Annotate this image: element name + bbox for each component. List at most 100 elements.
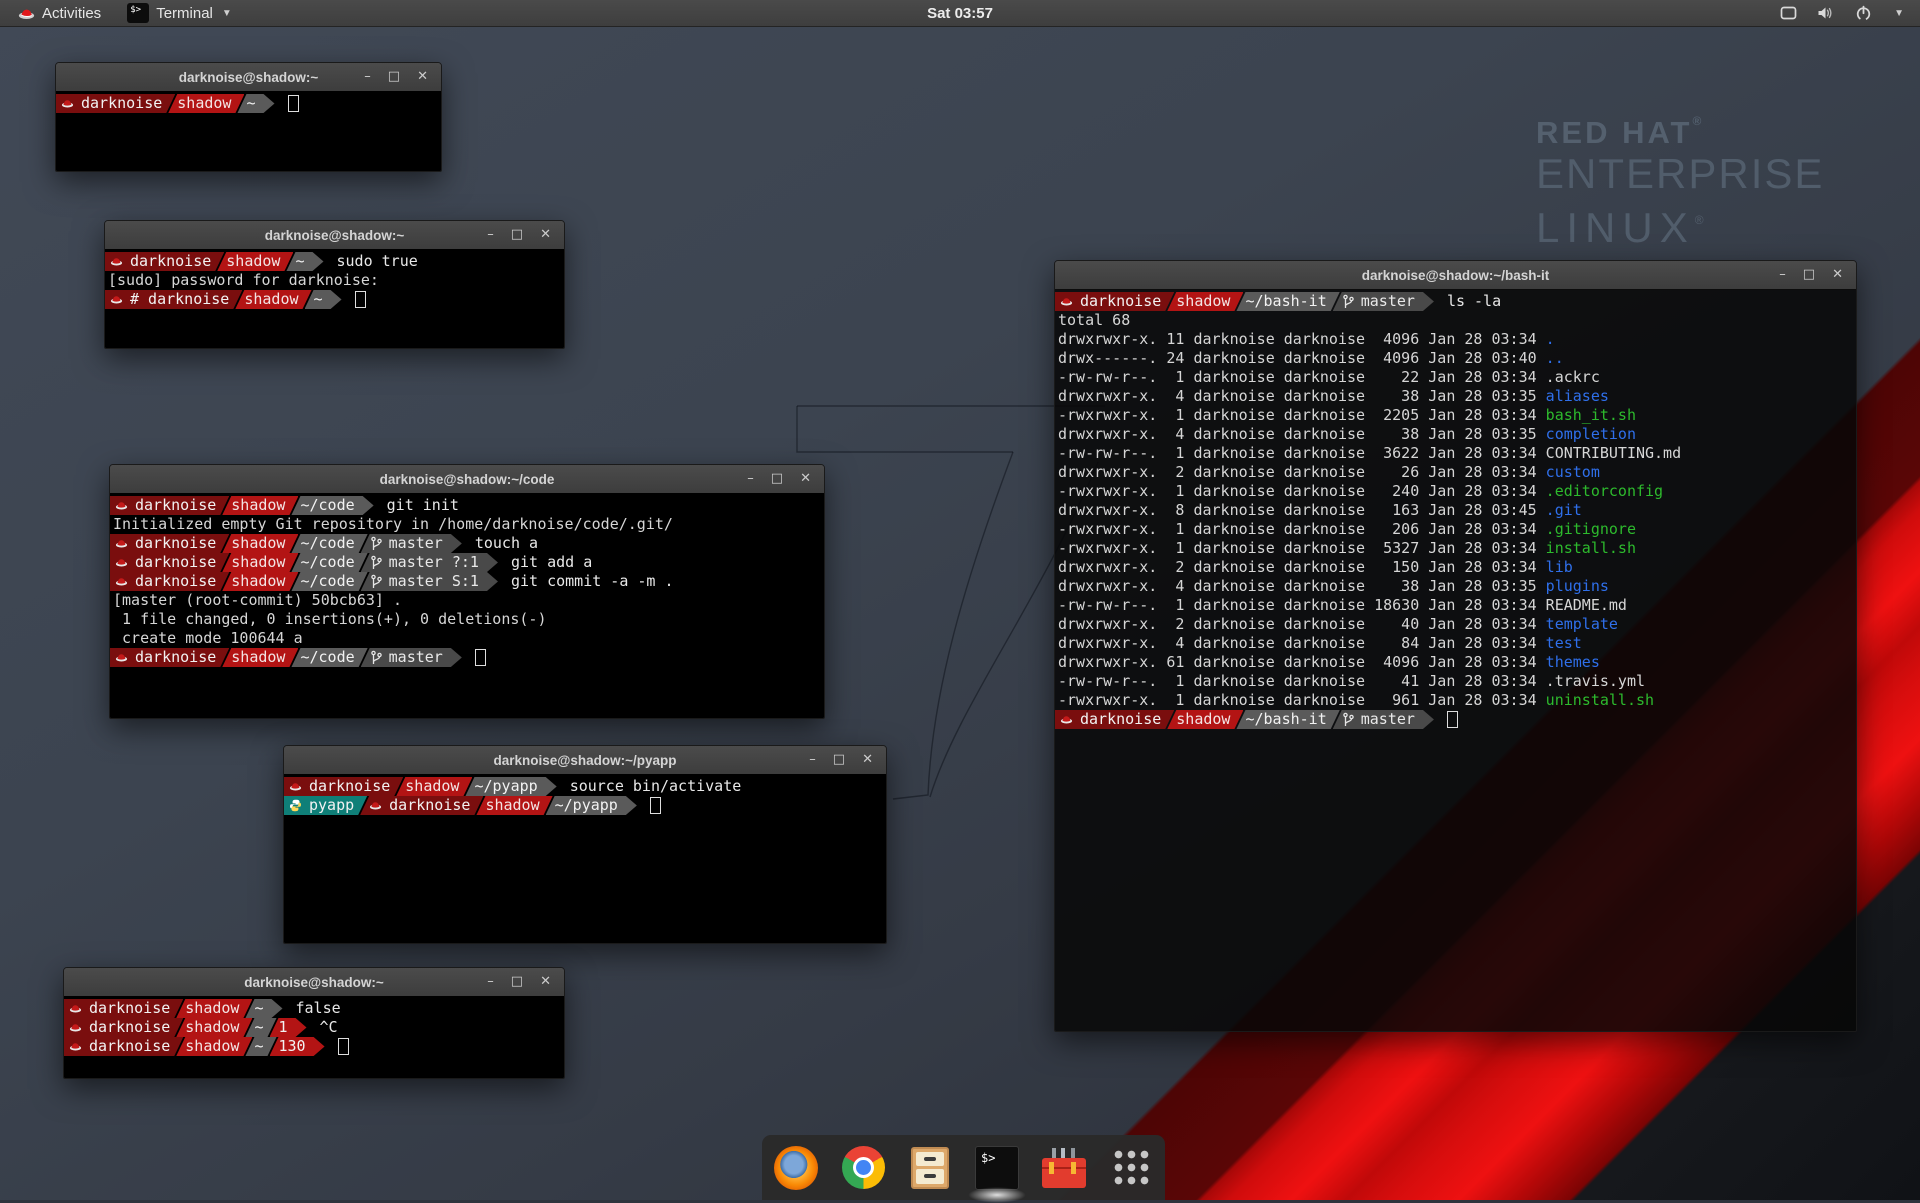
terminal-screen[interactable]: darknoiseshadow~ [56, 91, 441, 171]
terminal-screen[interactable]: darknoiseshadow~sudo true[sudo] password… [105, 249, 564, 348]
chevron-down-icon: ▼ [222, 8, 232, 19]
terminal-screen[interactable]: darknoiseshadow~falsedarknoiseshadow~1^C… [64, 996, 564, 1078]
minimize-button[interactable]: – [747, 465, 754, 493]
prompt-segment-user: darknoise [110, 496, 229, 515]
maximize-button[interactable]: □ [771, 465, 783, 493]
close-button[interactable]: ✕ [862, 746, 873, 774]
window-titlebar[interactable]: darknoise@shadow:~/bash-it–□✕ [1055, 261, 1856, 290]
file-name-exec: .gitignore [1546, 520, 1636, 538]
output-text: drwxrwxr-x. 2 darknoise darknoise 26 Jan… [1058, 463, 1546, 481]
output-line: drwxrwxr-x. 2 darknoise darknoise 150 Ja… [1055, 558, 1856, 577]
output-text: 1 file changed, 0 insertions(+), 0 delet… [113, 610, 546, 628]
dock-firefox-icon[interactable] [773, 1145, 819, 1191]
close-button[interactable]: ✕ [540, 968, 551, 996]
window-controls: –□ ✕ [809, 746, 886, 774]
segment-text: darknoise [135, 496, 216, 515]
segment-text: shadow [231, 572, 285, 591]
output-line: drwxrwxr-x. 11 darknoise darknoise 4096 … [1055, 330, 1856, 349]
prompt-segment-git: master S:1 [361, 572, 498, 591]
dock-app-grid-icon[interactable] [1108, 1145, 1154, 1191]
terminal-window-term-code[interactable]: darknoise@shadow:~/code–□✕darknoiseshado… [109, 464, 825, 719]
brand-line-enterprise: ENTERPRISE [1536, 150, 1824, 197]
prompt-segment-path: ~/pyapp [465, 777, 556, 796]
segment-text: shadow [244, 290, 298, 309]
maximize-button[interactable]: □ [388, 63, 400, 91]
red-hat-icon [1060, 714, 1073, 725]
minimize-button[interactable]: – [364, 63, 371, 91]
terminal-cursor [650, 797, 661, 814]
prompt-line: darknoiseshadow~130 [64, 1037, 564, 1056]
close-button[interactable]: ✕ [800, 465, 811, 493]
output-text: drwxrwxr-x. 4 darknoise darknoise 38 Jan… [1058, 387, 1546, 405]
terminal-window-term-home-1[interactable]: darknoise@shadow:~–□✕darknoiseshadow~ [55, 62, 442, 172]
file-name-dir: lib [1546, 558, 1573, 576]
prompt-segment-path: ~/pyapp [546, 796, 637, 815]
prompt-segment-host: shadow [222, 553, 298, 572]
maximize-button[interactable]: □ [511, 968, 523, 996]
close-button[interactable]: ✕ [417, 63, 428, 91]
segment-text: shadow [177, 94, 231, 113]
output-line: -rw-rw-r--. 1 darknoise darknoise 18630 … [1055, 596, 1856, 615]
window-controls: –□ ✕ [487, 968, 564, 996]
minimize-button[interactable]: – [487, 221, 494, 249]
app-menu-terminal[interactable]: $> Terminal ▼ [117, 0, 242, 26]
maximize-button[interactable]: □ [833, 746, 845, 774]
app-grid-icon [1112, 1148, 1151, 1187]
minimize-button[interactable]: – [1779, 261, 1786, 289]
prompt-segment-host: shadow [1167, 292, 1243, 311]
activities-button[interactable]: Activities [8, 0, 111, 26]
clock-label[interactable]: Sat 03:57 [927, 5, 993, 22]
red-hat-icon [289, 781, 302, 792]
terminal-window-term-pyapp[interactable]: darknoise@shadow:~/pyapp–□✕darknoiseshad… [283, 745, 887, 944]
prompt-line: darknoiseshadow~ [56, 94, 441, 113]
output-text: create mode 100644 a [113, 629, 303, 647]
close-button[interactable]: ✕ [1832, 261, 1843, 289]
system-status-area[interactable]: ▼ [1780, 5, 1920, 22]
red-hat-icon [115, 538, 128, 549]
prompt-line: darknoiseshadow~sudo true [105, 252, 564, 271]
dock-files-icon[interactable] [907, 1145, 953, 1191]
prompt-segment-user: darknoise [64, 1018, 183, 1037]
segment-text: darknoise [81, 94, 162, 113]
output-line: 1 file changed, 0 insertions(+), 0 delet… [110, 610, 824, 629]
close-button[interactable]: ✕ [540, 221, 551, 249]
segment-text: darknoise [389, 796, 470, 815]
segment-text: shadow [231, 496, 285, 515]
dock-chrome-icon[interactable] [840, 1145, 886, 1191]
red-hat-icon [115, 576, 128, 587]
dock-toolbox-icon[interactable] [1041, 1145, 1087, 1191]
window-titlebar[interactable]: darknoise@shadow:~/code–□✕ [110, 465, 824, 494]
window-titlebar[interactable]: darknoise@shadow:~–□✕ [56, 63, 441, 92]
file-name-dir: themes [1546, 653, 1600, 671]
git-branch-icon [370, 555, 382, 570]
segment-text: ~/code [300, 648, 354, 667]
minimize-button[interactable]: – [487, 968, 494, 996]
terminal-screen[interactable]: darknoiseshadow~/bash-itmasterls -latota… [1055, 289, 1856, 1031]
prompt-segment-host: shadow [1167, 710, 1243, 729]
prompt-segment-host: shadow [235, 290, 311, 309]
terminal-window-term-sudo[interactable]: darknoise@shadow:~–□✕darknoiseshadow~sud… [104, 220, 565, 349]
prompt-segment-host: shadow [222, 534, 298, 553]
maximize-button[interactable]: □ [1803, 261, 1815, 289]
terminal-cursor [475, 649, 486, 666]
terminal-window-term-exitcodes[interactable]: darknoise@shadow:~–□✕darknoiseshadow~fal… [63, 967, 565, 1079]
output-text: drwx------. 24 darknoise darknoise 4096 … [1058, 349, 1546, 367]
output-line: drwxrwxr-x. 61 darknoise darknoise 4096 … [1055, 653, 1856, 672]
terminal-screen[interactable]: darknoiseshadow~/pyappsource bin/activat… [284, 774, 886, 943]
window-titlebar[interactable]: darknoise@shadow:~–□✕ [105, 221, 564, 250]
terminal-window-term-bashit[interactable]: darknoise@shadow:~/bash-it–□✕darknoisesh… [1054, 260, 1857, 1032]
segment-text: ~/code [300, 496, 354, 515]
dock-terminal-icon[interactable]: $> [974, 1145, 1020, 1191]
segment-text: darknoise [89, 1018, 170, 1037]
segment-text: shadow [226, 252, 280, 271]
terminal-screen[interactable]: darknoiseshadow~/codegit initInitialized… [110, 493, 824, 718]
output-text: -rwxrwxr-x. 1 darknoise darknoise 240 Ja… [1058, 482, 1546, 500]
prompt-segment-user: # darknoise [105, 290, 242, 309]
minimize-button[interactable]: – [809, 746, 816, 774]
window-titlebar[interactable]: darknoise@shadow:~/pyapp–□✕ [284, 746, 886, 775]
window-titlebar[interactable]: darknoise@shadow:~–□✕ [64, 968, 564, 997]
command-text: ls -la [1447, 292, 1501, 311]
maximize-button[interactable]: □ [511, 221, 523, 249]
output-text: -rw-rw-r--. 1 darknoise darknoise 3622 J… [1058, 444, 1681, 462]
output-line: -rwxrwxr-x. 1 darknoise darknoise 961 Ja… [1055, 691, 1856, 710]
